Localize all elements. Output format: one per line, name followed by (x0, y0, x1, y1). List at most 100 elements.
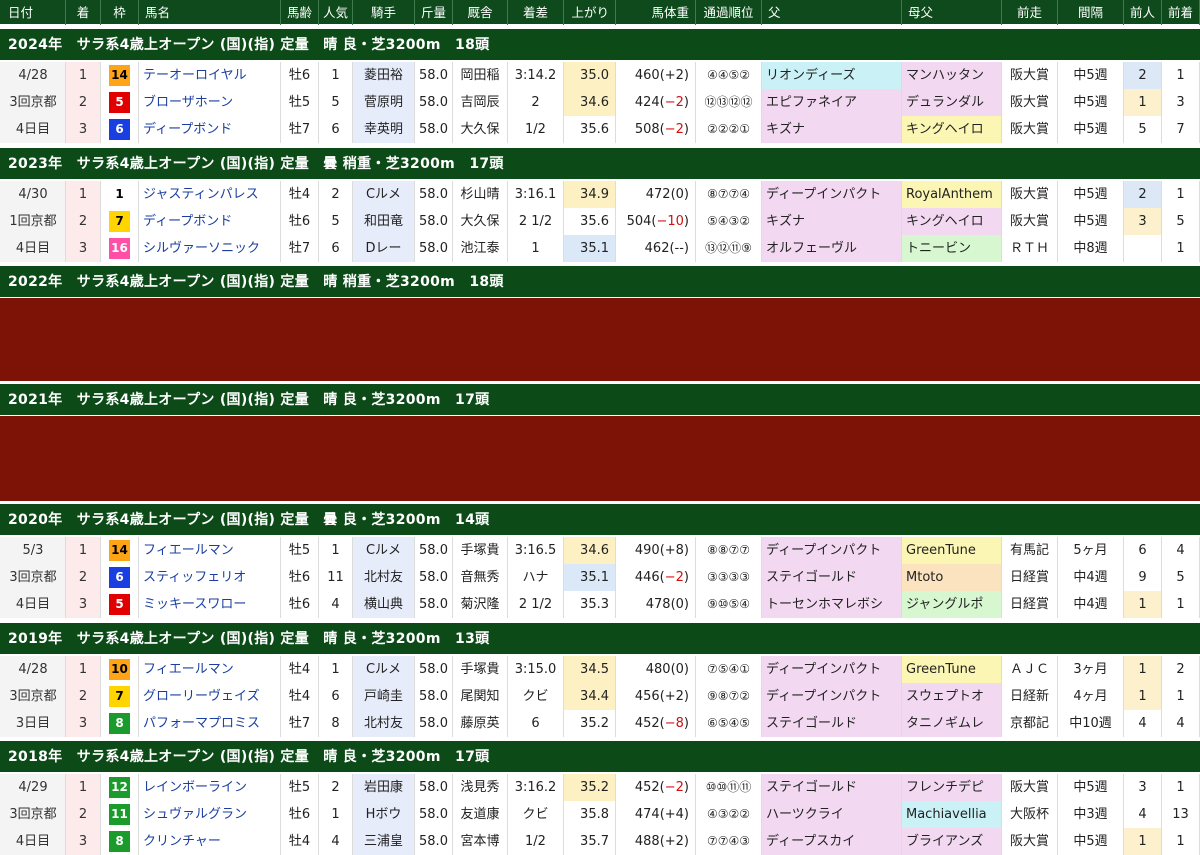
cell-name[interactable]: フィエールマン (139, 656, 281, 683)
cell-stable: 音無秀 (453, 564, 508, 591)
weight-change-negative: −8 (664, 716, 684, 731)
table-row[interactable]: 1 14 フィエールマン 牡5 1 Cルメ 58.0 手塚貴 3:16.5 34.6 490(+8)… (66, 537, 1200, 564)
column-header-last3[interactable]: 上がり (564, 0, 616, 25)
cell-age: 牡5 (281, 89, 319, 116)
cell-name[interactable]: レインボーライン (139, 774, 281, 801)
table-row[interactable]: 3 8 クリンチャー 牡4 4 三浦皇 58.0 宮本博 1/2 35.7 488(+2) ⑦⑦④③ デ… (66, 828, 1200, 855)
column-header-prev[interactable]: 前走 (1002, 0, 1058, 25)
cell-pass: ⑨⑩⑤④ (696, 591, 762, 618)
cell-body: 446(−2) (616, 564, 696, 591)
table-row[interactable]: 2 6 スティッフェリオ 牡6 11 北村友 58.0 音無秀 ハナ 35.1 446(−2) ③③③… (66, 564, 1200, 591)
table-row[interactable]: 1 10 フィエールマン 牡4 1 Cルメ 58.0 手塚貴 3:15.0 34.5 480(0) ⑦… (66, 656, 1200, 683)
gate-number-badge: 12 (109, 777, 130, 798)
column-header-age[interactable]: 馬齢 (281, 0, 319, 25)
cell-prevpop: 3 (1124, 774, 1162, 801)
cell-prevpop: 1 (1124, 656, 1162, 683)
cell-jockey: 北村友 (353, 564, 415, 591)
cell-name[interactable]: ジャスティンパレス (139, 181, 281, 208)
cell-pass: ⑤④③② (696, 208, 762, 235)
column-header-pop[interactable]: 人気 (319, 0, 353, 25)
cell-name[interactable]: ブローザホーン (139, 89, 281, 116)
column-header-sire[interactable]: 父 (762, 0, 902, 25)
column-header-gate[interactable]: 枠 (101, 0, 139, 25)
column-header-stable[interactable]: 厩舎 (453, 0, 508, 25)
cell-name[interactable]: シルヴァーソニック (139, 235, 281, 262)
cell-gate: 7 (101, 683, 139, 710)
cell-stable: 杉山晴 (453, 181, 508, 208)
cell-name[interactable]: ミッキースワロー (139, 591, 281, 618)
table-row[interactable]: 2 5 ブローザホーン 牡5 5 菅原明 58.0 吉岡辰 2 34.6 424(−2) ⑫⑬⑫⑫ エピ… (66, 89, 1200, 116)
cell-pass: ⑦⑤④① (696, 656, 762, 683)
table-row[interactable]: 3 6 ディープボンド 牡7 6 幸英明 58.0 大久保 1/2 35.6 508(−2) ②②②①… (66, 116, 1200, 143)
cell-margin: 6 (508, 710, 564, 737)
gate-number-badge: 11 (109, 804, 130, 825)
cell-last3: 34.9 (564, 181, 616, 208)
race-day: 4日目 (15, 597, 51, 612)
column-header-bms[interactable]: 母父 (902, 0, 1002, 25)
cell-sire: ステイゴールド (762, 564, 902, 591)
table-row[interactable]: 3 5 ミッキースワロー 牡6 4 横山典 58.0 菊沢隆 2 1/2 35.3 478(0) ⑨⑩… (66, 591, 1200, 618)
cell-sire: リオンディーズ (762, 62, 902, 89)
column-header-rank[interactable]: 着 (66, 0, 101, 25)
cell-bms: RoyalAnthem (902, 181, 1002, 208)
column-header-pass[interactable]: 通過順位 (696, 0, 762, 25)
cell-pop: 2 (319, 774, 353, 801)
cell-pass: ⑩⑩⑪⑪ (696, 774, 762, 801)
table-row[interactable]: 2 7 グローリーヴェイズ 牡4 6 戸崎圭 58.0 尾関知 クビ 34.4 456(+2) ⑨⑧⑦… (66, 683, 1200, 710)
cell-body: 456(+2) (616, 683, 696, 710)
gate-number-badge: 14 (109, 540, 130, 561)
cell-prevpop: 1 (1124, 89, 1162, 116)
cell-weight: 58.0 (415, 591, 453, 618)
cell-last3: 34.6 (564, 89, 616, 116)
race-day: 4日目 (15, 241, 51, 256)
cell-margin: 3:14.2 (508, 62, 564, 89)
table-row[interactable]: 1 12 レインボーライン 牡5 2 岩田康 58.0 浅見秀 3:16.2 35.2 452(−2… (66, 774, 1200, 801)
column-header-name[interactable]: 馬名 (139, 0, 281, 25)
column-header-prevpop[interactable]: 前人 (1124, 0, 1162, 25)
column-header-weight[interactable]: 斤量 (415, 0, 453, 25)
cell-interval: 中4週 (1058, 564, 1124, 591)
cell-interval: 中5週 (1058, 181, 1124, 208)
race-banner: 2019年 サラ系4歳上オープン (国)(指) 定量 晴 良・芝3200m 13… (0, 622, 1200, 655)
cell-margin: 1/2 (508, 828, 564, 855)
column-header-interval[interactable]: 間隔 (1058, 0, 1124, 25)
cell-name[interactable]: クリンチャー (139, 828, 281, 855)
cell-name[interactable]: シュヴァルグラン (139, 801, 281, 828)
column-header-margin[interactable]: 着差 (508, 0, 564, 25)
table-row[interactable]: 3 16 シルヴァーソニック 牡7 6 Dレー 58.0 池江泰 1 35.1 462(--) ⑬⑫⑪… (66, 235, 1200, 262)
cell-rank: 1 (66, 62, 101, 89)
cell-name[interactable]: パフォーマプロミス (139, 710, 281, 737)
cell-jockey: 和田竜 (353, 208, 415, 235)
column-header-body[interactable]: 馬体重 (616, 0, 696, 25)
cell-name[interactable]: ディープボンド (139, 116, 281, 143)
column-header-date[interactable]: 日付 (0, 0, 66, 25)
cell-prev: 阪大賞 (1002, 208, 1058, 235)
cell-prev: ＡＪＣ (1002, 656, 1058, 683)
weight-change-negative: −2 (664, 122, 684, 137)
column-header-jockey[interactable]: 騎手 (353, 0, 415, 25)
cell-prevrank: 2 (1162, 656, 1200, 683)
cell-name[interactable]: フィエールマン (139, 537, 281, 564)
cell-pass: ⑥⑤④⑤ (696, 710, 762, 737)
cell-margin: クビ (508, 683, 564, 710)
table-row[interactable]: 1 14 テーオーロイヤル 牡6 1 菱田裕 58.0 岡田稲 3:14.2 35.0 460(+2… (66, 62, 1200, 89)
cell-body: 452(−2) (616, 774, 696, 801)
table-header: 日付着枠馬名 馬齢 人気 騎手 斤量 厩舎 着差 上がり 馬体重 通過順位父母父 前走 間隔 前人 前着 (0, 0, 1200, 25)
cell-name[interactable]: グローリーヴェイズ (139, 683, 281, 710)
cell-gate: 1 (101, 181, 139, 208)
cell-name[interactable]: ディープボンド (139, 208, 281, 235)
cell-jockey: Cルメ (353, 181, 415, 208)
table-row[interactable]: 2 7 ディープボンド 牡6 5 和田竜 58.0 大久保 2 1/2 35.6 504(−10) ⑤… (66, 208, 1200, 235)
table-row[interactable]: 3 8 パフォーマプロミス 牡7 8 北村友 58.0 藤原英 6 35.2 452(−8) ⑥⑤④⑤… (66, 710, 1200, 737)
cell-prevrank: 1 (1162, 181, 1200, 208)
missing-race-block (0, 298, 1200, 381)
cell-last3: 34.4 (564, 683, 616, 710)
cell-name[interactable]: スティッフェリオ (139, 564, 281, 591)
cell-name[interactable]: テーオーロイヤル (139, 62, 281, 89)
cell-weight: 58.0 (415, 683, 453, 710)
cell-weight: 58.0 (415, 656, 453, 683)
table-row[interactable]: 1 1 ジャスティンパレス 牡4 2 Cルメ 58.0 杉山晴 3:16.1 34.9 472(0)… (66, 181, 1200, 208)
table-row[interactable]: 2 11 シュヴァルグラン 牡6 1 Hボウ 58.0 友道康 クビ 35.8 474(+4) ④③②… (66, 801, 1200, 828)
column-header-prevrank[interactable]: 前着 (1162, 0, 1200, 25)
cell-rank: 3 (66, 591, 101, 618)
